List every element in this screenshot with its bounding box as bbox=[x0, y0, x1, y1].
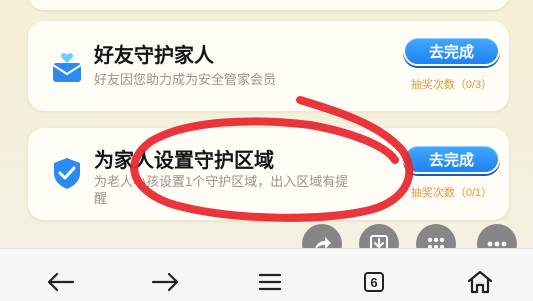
go-complete-button[interactable]: 去完成 bbox=[403, 36, 500, 66]
back-arrow-icon bbox=[47, 272, 75, 292]
lottery-count: 抽奖次数（0/3） bbox=[410, 79, 493, 91]
task-description: 好友因您助力成为安全管家会员 bbox=[94, 72, 277, 87]
lottery-count: 抽奖次数（0/1） bbox=[410, 187, 493, 199]
tabs-button[interactable]: 6 bbox=[357, 267, 391, 297]
forward-button[interactable] bbox=[148, 267, 182, 297]
tab-count-badge: 6 bbox=[364, 272, 384, 292]
task-title: 好友守护家人 bbox=[94, 45, 214, 67]
task-description: 为老人小孩设置1个守护区域，出入区域有提醒 bbox=[94, 174, 349, 206]
task-card-guard-area: 为家人设置守护区域 为老人小孩设置1个守护区域，出入区域有提醒 去完成 抽奖次数… bbox=[28, 128, 509, 220]
task-card-partial bbox=[28, 0, 509, 10]
home-icon bbox=[467, 270, 493, 294]
forward-arrow-icon bbox=[151, 272, 179, 292]
task-card-friend-guard: 好友守护家人 好友因您助力成为安全管家会员 去完成 抽奖次数（0/3） bbox=[28, 21, 509, 111]
task-title: 为家人设置守护区域 bbox=[94, 150, 274, 172]
menu-button[interactable] bbox=[253, 267, 287, 297]
envelope-heart-icon bbox=[52, 53, 82, 82]
go-complete-button[interactable]: 去完成 bbox=[403, 144, 500, 174]
browser-bottom-bar: 6 bbox=[0, 248, 533, 301]
shield-check-icon bbox=[54, 158, 80, 189]
menu-icon bbox=[258, 273, 282, 291]
back-button[interactable] bbox=[44, 267, 78, 297]
home-button[interactable] bbox=[463, 267, 497, 297]
